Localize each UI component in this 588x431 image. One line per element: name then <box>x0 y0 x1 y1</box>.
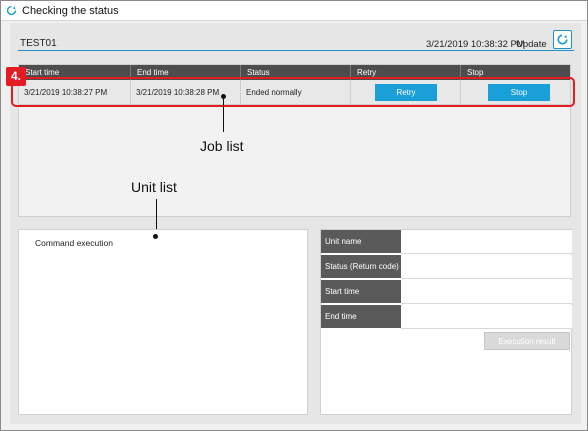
unit-name-value <box>401 230 572 254</box>
unit-name-label: Unit name <box>321 230 401 254</box>
start-time-value <box>401 280 572 304</box>
unit-list-label: Unit list <box>131 179 177 195</box>
last-update-timestamp: 3/21/2019 10:38:32 PM <box>426 39 525 50</box>
job-header: TEST01 3/21/2019 10:38:32 PM Update <box>18 30 574 51</box>
callout-badge: 4. <box>6 67 26 86</box>
window-title: Checking the status <box>22 5 119 17</box>
unit-list-panel: Command execution <box>18 229 308 415</box>
refresh-icon <box>557 34 568 45</box>
unit-list-pointer-dot <box>153 234 158 239</box>
job-list-label: Job list <box>200 138 244 154</box>
job-list-leader-line <box>223 98 224 132</box>
update-button[interactable] <box>553 30 572 49</box>
title-bar: Checking the status <box>1 1 587 21</box>
refresh-circle-icon <box>6 5 17 16</box>
end-time-label: End time <box>321 305 401 329</box>
execution-result-button[interactable]: Execution result <box>484 332 570 350</box>
list-item[interactable]: Command execution <box>35 238 113 248</box>
job-name: TEST01 <box>20 38 57 49</box>
start-time-label: Start time <box>321 280 401 304</box>
status-return-code-label: Status (Return code) <box>321 255 401 279</box>
update-label: Update <box>516 39 547 50</box>
job-row-highlight <box>11 77 575 107</box>
unit-detail-panel: Unit name Status (Return code) Start tim… <box>320 229 572 415</box>
end-time-value <box>401 305 572 329</box>
status-return-code-value <box>401 255 572 279</box>
